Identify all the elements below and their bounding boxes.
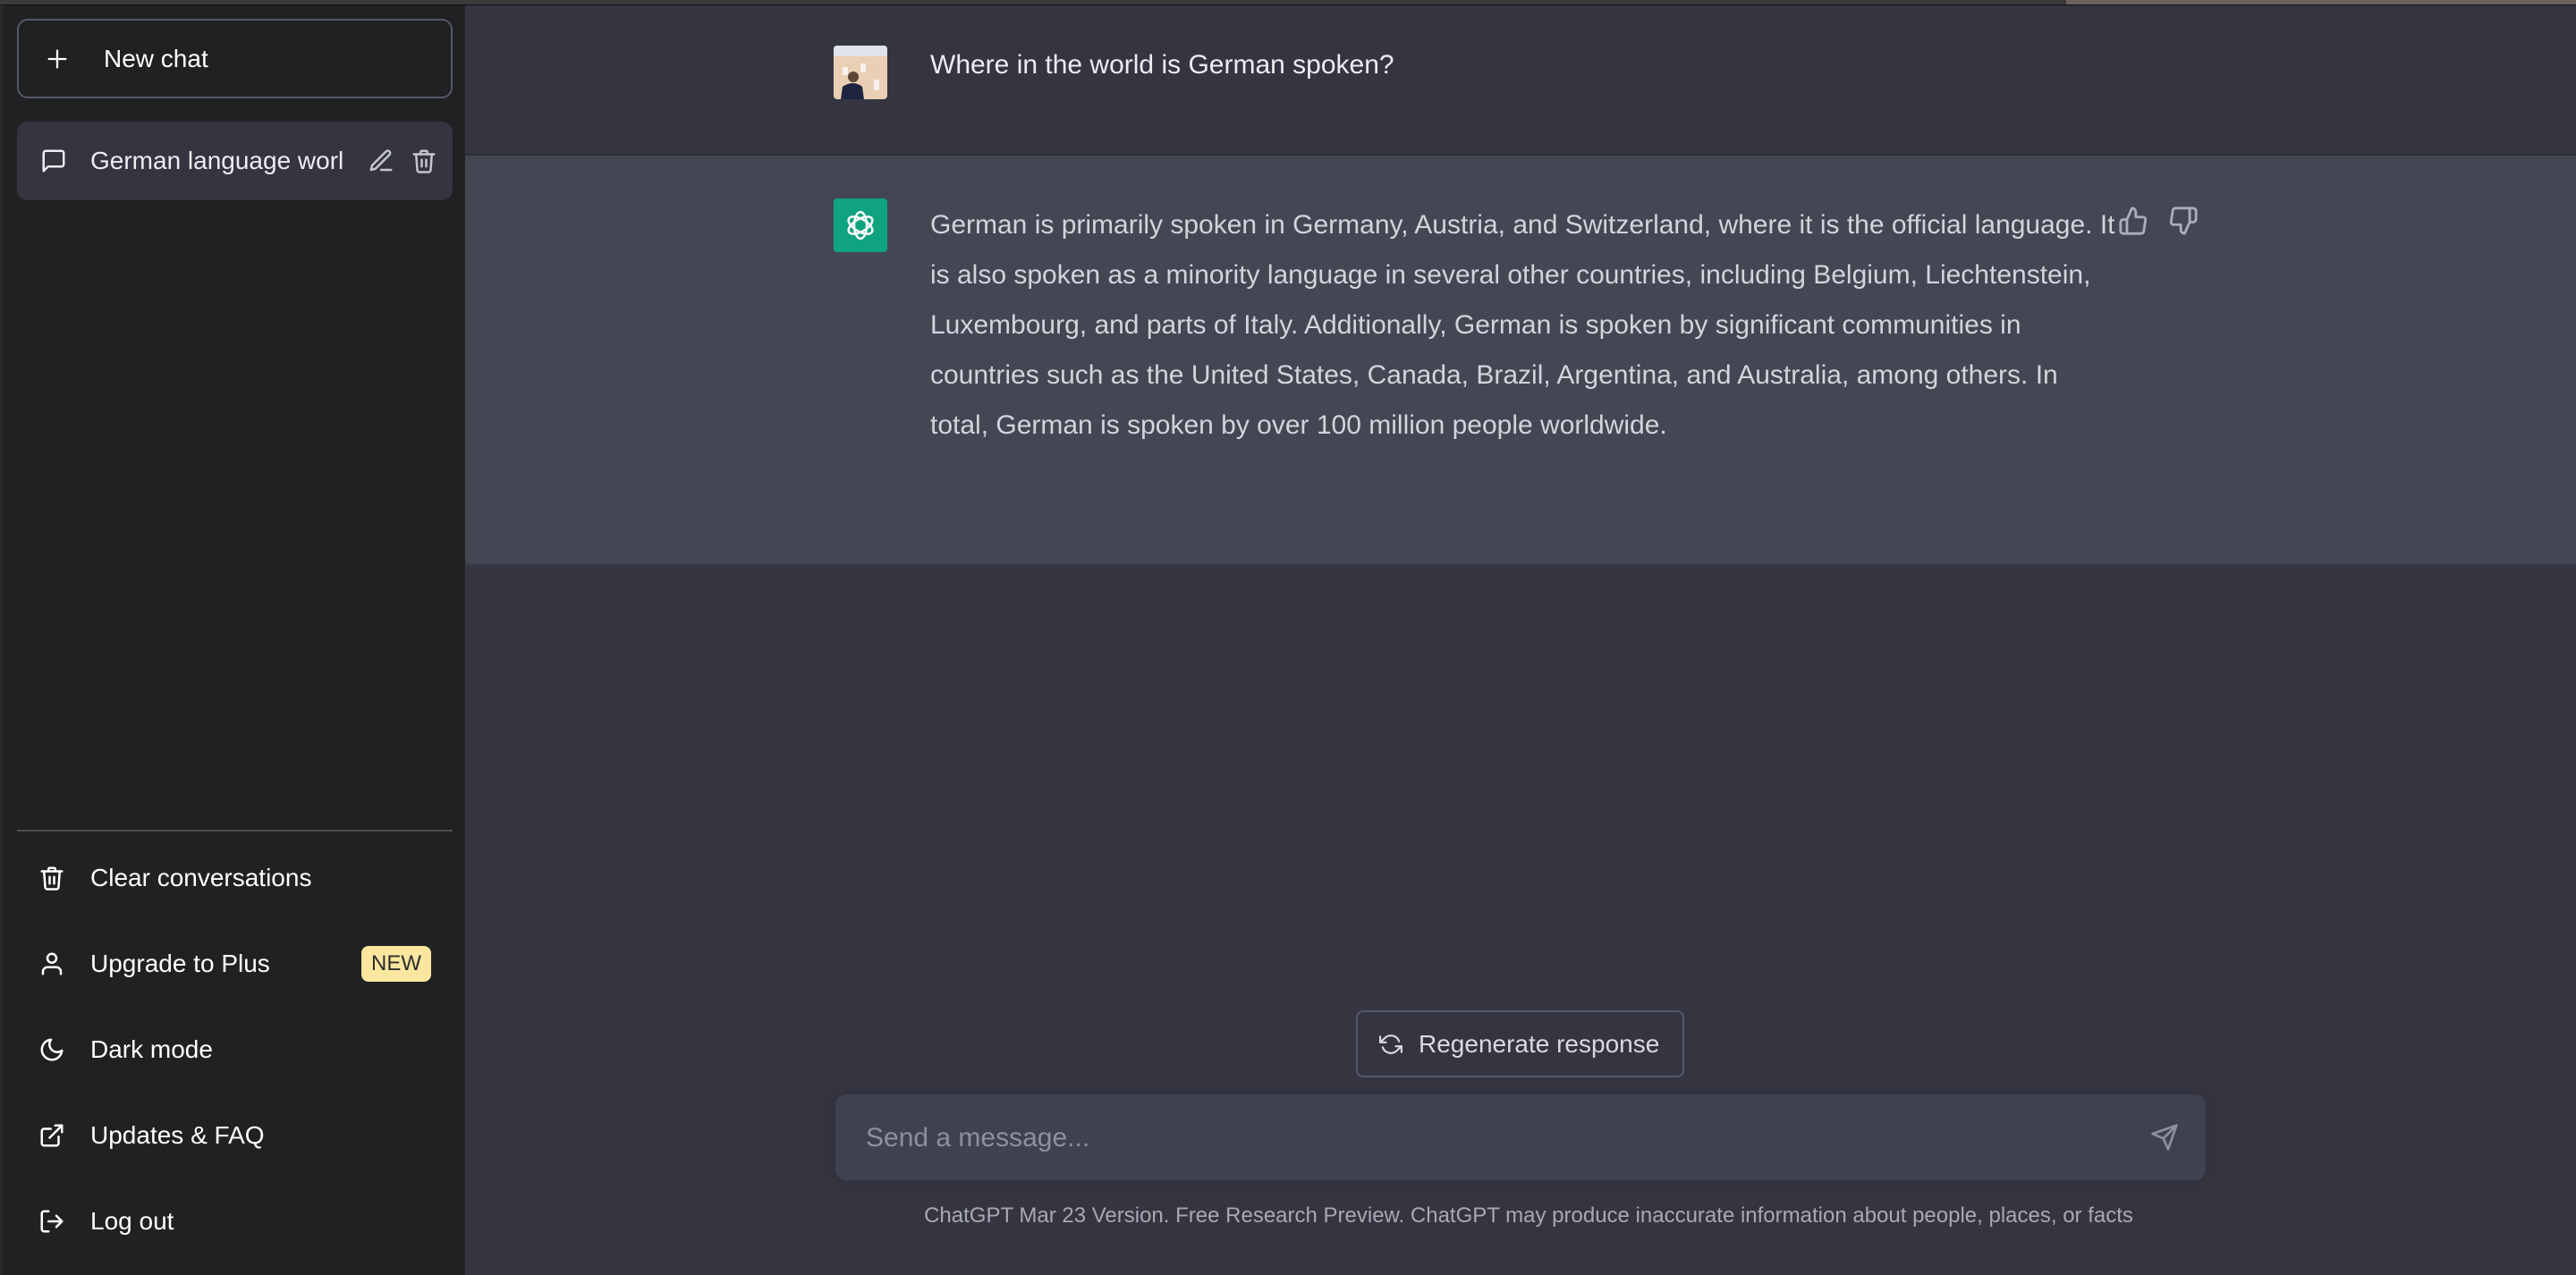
regenerate-response-label: Regenerate response: [1419, 1029, 1660, 1058]
updates-faq-link[interactable]: Updates & FAQ: [17, 1093, 453, 1178]
window-top-strip: [0, 0, 2576, 5]
new-chat-button[interactable]: New chat: [17, 19, 453, 98]
log-out-label: Log out: [90, 1207, 174, 1235]
user-message-text: Where in the world is German spoken?: [930, 50, 1394, 80]
clear-conversations-button[interactable]: Clear conversations: [17, 835, 453, 921]
chat-main: Where in the world is German spoken? Ger…: [465, 0, 2576, 1275]
sidebar: New chat German language worl Clear conv…: [0, 0, 465, 1275]
disclaimer-text: . Free Research Preview. ChatGPT may pro…: [1163, 1203, 2133, 1228]
version-link[interactable]: ChatGPT Mar 23 Version: [924, 1203, 1164, 1228]
refresh-icon: [1379, 1034, 1402, 1054]
assistant-message-text: German is primarily spoken in Germany, A…: [930, 210, 2115, 440]
upgrade-to-plus-label: Upgrade to Plus: [90, 950, 270, 977]
dark-mode-label: Dark mode: [90, 1035, 213, 1063]
user-message-row: Where in the world is German spoken?: [465, 0, 2576, 156]
trash-icon: [40, 866, 64, 891]
updates-faq-label: Updates & FAQ: [90, 1121, 265, 1149]
send-icon[interactable]: [2150, 1123, 2179, 1152]
sidebar-divider: [17, 830, 453, 832]
assistant-message-row: German is primarily spoken in Germany, A…: [465, 156, 2576, 565]
regenerate-response-button[interactable]: Regenerate response: [1356, 1010, 1684, 1077]
footer-disclaimer: ChatGPT Mar 23 Version. Free Research Pr…: [885, 1203, 2173, 1229]
chat-bubble-icon: [42, 149, 65, 173]
delete-trash-icon[interactable]: [411, 148, 437, 174]
new-badge: NEW: [361, 946, 431, 982]
plus-icon: [47, 49, 67, 69]
user-photo-icon: [834, 46, 887, 99]
dark-mode-button[interactable]: Dark mode: [17, 1007, 453, 1093]
user-icon: [41, 952, 63, 975]
moon-icon: [40, 1038, 64, 1061]
logout-icon: [40, 1210, 64, 1233]
thumbs-down-icon[interactable]: [2168, 206, 2199, 236]
conversation-title: German language worl: [90, 147, 344, 174]
edit-pencil-icon[interactable]: [368, 148, 394, 174]
external-link-icon: [40, 1124, 64, 1147]
message-input[interactable]: [864, 1094, 2120, 1182]
user-avatar: [834, 46, 887, 99]
sidebar-menu: Clear conversations Upgrade to Plus NEW …: [17, 835, 453, 1264]
chatgpt-logo-icon: [834, 198, 887, 252]
upgrade-to-plus-button[interactable]: Upgrade to Plus NEW: [17, 921, 453, 1007]
log-out-button[interactable]: Log out: [17, 1178, 453, 1264]
browser-tab-highlight: [2066, 0, 2576, 4]
thumbs-up-icon[interactable]: [2118, 206, 2148, 236]
conversation-item[interactable]: German language worl: [17, 122, 453, 200]
new-chat-label: New chat: [104, 44, 208, 72]
clear-conversations-label: Clear conversations: [90, 864, 312, 891]
message-composer: [835, 1094, 2206, 1182]
